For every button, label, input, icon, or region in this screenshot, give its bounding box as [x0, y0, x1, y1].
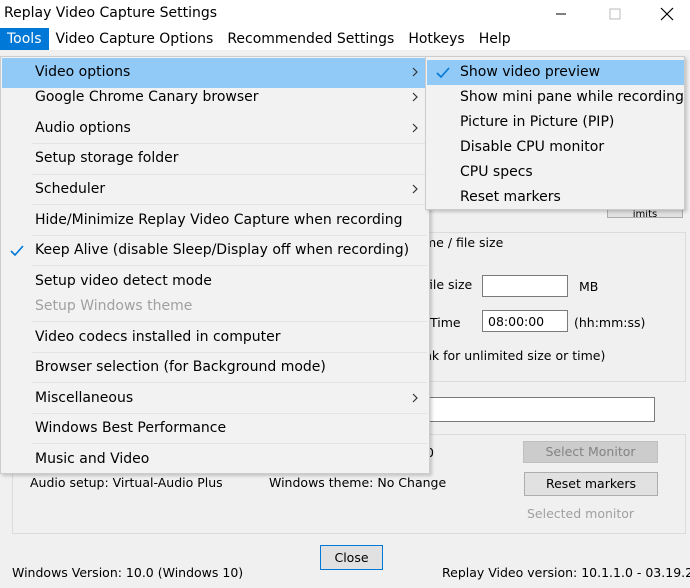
close-window-button[interactable] [644, 0, 690, 28]
close-button[interactable]: Close [320, 545, 383, 570]
minimize-icon [556, 13, 566, 15]
submenu-item-label: Reset markers [460, 189, 561, 205]
menu-tools[interactable]: Tools [0, 28, 49, 50]
menu-item-label: Video options [35, 64, 131, 80]
menu-separator [32, 204, 427, 205]
menu-item-windows-theme: Setup Windows theme [2, 292, 428, 322]
menu-item-label: Scheduler [35, 181, 106, 197]
file-size-label: file size [425, 277, 473, 292]
submenu-item-label: CPU specs [460, 164, 533, 180]
close-icon [660, 7, 674, 21]
limits-group-label: me / file size [424, 235, 504, 250]
menu-recommended-settings[interactable]: Recommended Settings [220, 28, 401, 50]
menu-help[interactable]: Help [472, 28, 518, 50]
checkmark-icon [436, 67, 450, 78]
chevron-right-icon [412, 123, 418, 133]
chevron-right-icon [412, 67, 418, 77]
submenu-item-disable-cpu-monitor[interactable]: Disable CPU monitor [427, 135, 684, 160]
menu-item-label: Hide/Minimize Replay Video Capture when … [35, 212, 403, 228]
video-options-submenu: Show video preview Show mini pane while … [425, 56, 685, 210]
selected-monitor-label: Selected monitor [527, 506, 635, 521]
window-title: Replay Video Capture Settings [4, 5, 218, 21]
submenu-item-reset-markers[interactable]: Reset markers [427, 185, 684, 210]
menu-item-label: Browser selection (for Background mode) [35, 359, 326, 375]
tools-dropdown-menu: Video options Google Chrome Canary brows… [0, 56, 430, 474]
submenu-item-mini-pane[interactable]: Show mini pane while recording [427, 85, 684, 110]
chevron-right-icon [412, 184, 418, 194]
menu-item-windows-best-performance[interactable]: Windows Best Performance [2, 414, 428, 444]
submenu-item-pip[interactable]: Picture in Picture (PIP) [427, 110, 684, 135]
menu-item-music-and-video[interactable]: Music and Video [2, 445, 428, 475]
reset-markers-button[interactable]: Reset markers [524, 472, 658, 496]
submenu-item-label: Show mini pane while recording [460, 89, 684, 105]
menu-item-keep-alive[interactable]: Keep Alive (disable Sleep/Display off wh… [2, 236, 428, 266]
chevron-right-icon [412, 393, 418, 403]
submenu-item-label: Disable CPU monitor [460, 139, 605, 155]
menu-item-label: Setup video detect mode [35, 273, 212, 289]
menu-item-video-codecs[interactable]: Video codecs installed in computer [2, 323, 428, 353]
menu-separator [32, 443, 427, 444]
menu-item-chrome-canary[interactable]: Google Chrome Canary browser [2, 83, 428, 113]
menu-item-label: Keep Alive (disable Sleep/Display off wh… [35, 242, 410, 258]
menu-hotkeys[interactable]: Hotkeys [401, 28, 471, 50]
menu-item-storage-folder[interactable]: Setup storage folder [2, 144, 428, 174]
menu-item-miscellaneous[interactable]: Miscellaneous [2, 384, 428, 414]
path-input[interactable] [424, 397, 655, 422]
menu-item-label: Miscellaneous [35, 390, 134, 406]
menu-video-capture-options[interactable]: Video Capture Options [49, 28, 221, 50]
menu-item-label: Google Chrome Canary browser [35, 89, 259, 105]
menu-item-label: Setup storage folder [35, 150, 179, 166]
time-unit: (hh:mm:ss) [574, 315, 646, 330]
limits-note: nk for unlimited size or time) [424, 348, 606, 363]
menu-bar: Tools Video Capture Options Recommended … [0, 28, 690, 50]
menu-separator [32, 382, 427, 383]
menu-item-label: Audio options [35, 120, 131, 136]
menu-item-hide-minimize[interactable]: Hide/Minimize Replay Video Capture when … [2, 206, 428, 236]
maximize-icon [609, 8, 621, 20]
menu-item-label: Video codecs installed in computer [35, 329, 281, 345]
windows-theme-label: Windows theme: No Change [269, 475, 447, 490]
title-bar: Replay Video Capture Settings [0, 0, 690, 28]
submenu-item-label: Show video preview [460, 64, 601, 80]
menu-item-browser-selection[interactable]: Browser selection (for Background mode) [2, 353, 428, 383]
menu-separator [32, 321, 427, 322]
submenu-item-label: Picture in Picture (PIP) [460, 114, 615, 130]
submenu-item-show-video-preview[interactable]: Show video preview [427, 60, 684, 85]
menu-item-label: Setup Windows theme [35, 298, 193, 314]
menu-item-audio-options[interactable]: Audio options [2, 114, 428, 144]
file-size-unit: MB [579, 279, 599, 294]
menu-separator [32, 265, 427, 266]
windows-version-label: Windows Version: 10.0 (Windows 10) [12, 565, 244, 580]
submenu-item-cpu-specs[interactable]: CPU specs [427, 160, 684, 185]
menu-item-scheduler[interactable]: Scheduler [2, 175, 428, 205]
menu-item-label: Windows Best Performance [35, 420, 227, 436]
minimize-button[interactable] [538, 0, 584, 28]
app-version-label: Replay Video version: 10.1.1.0 - 03.19.2… [442, 565, 690, 580]
time-label: Time [430, 315, 461, 330]
chevron-right-icon [412, 92, 418, 102]
time-input[interactable]: 08:00:00 [482, 310, 568, 332]
checkmark-icon [10, 245, 24, 256]
maximize-button[interactable] [592, 0, 638, 28]
audio-setup-label: Audio setup: Virtual-Audio Plus [30, 475, 223, 490]
menu-item-label: Music and Video [35, 451, 150, 467]
file-size-input[interactable] [482, 275, 568, 297]
select-monitor-button[interactable]: Select Monitor [523, 441, 658, 463]
